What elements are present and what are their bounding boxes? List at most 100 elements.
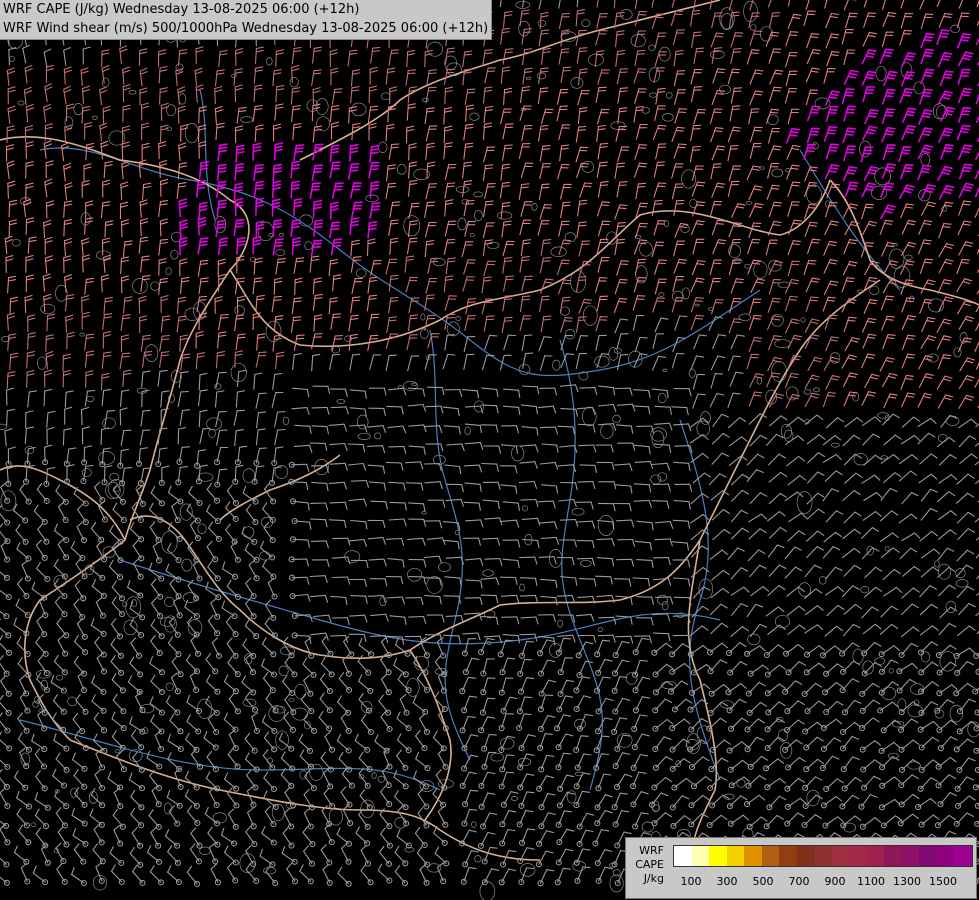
barb-shaft <box>8 49 11 66</box>
barb-feather <box>121 389 130 392</box>
barb-feather <box>120 275 129 279</box>
wind-barb <box>956 32 972 49</box>
wind-barb <box>559 144 570 162</box>
barb-feather <box>922 164 932 168</box>
wind-barb <box>651 199 663 217</box>
barb-shaft <box>711 89 718 105</box>
barb-feather <box>476 390 480 399</box>
cape-contour <box>597 515 615 536</box>
wind-barb <box>616 260 630 276</box>
barb-shaft <box>481 354 488 371</box>
barb-feather <box>464 127 474 129</box>
cape-contour <box>102 417 116 430</box>
barb-shaft <box>538 0 542 10</box>
barb-feather <box>177 89 186 94</box>
barb-shaft <box>671 297 677 313</box>
cape-contour <box>519 583 525 592</box>
barb-shaft <box>234 164 238 181</box>
wind-barb <box>255 351 267 368</box>
barb-feather <box>962 124 972 128</box>
barb-feather <box>867 70 877 74</box>
wind-barb <box>805 67 820 83</box>
barb-feather <box>408 86 418 89</box>
barb-feather <box>121 222 130 226</box>
wind-barb <box>653 220 667 236</box>
barb-feather <box>521 9 530 12</box>
barb-feather <box>200 280 209 283</box>
barb-feather <box>349 147 359 151</box>
wind-barb <box>691 165 704 182</box>
wind-barb <box>883 393 898 409</box>
barb-feather <box>8 222 18 226</box>
barb-shaft <box>882 11 890 27</box>
barb-feather <box>943 299 953 303</box>
wind-barb <box>387 387 407 396</box>
wind-barb <box>538 29 550 47</box>
barb-feather <box>45 200 55 204</box>
barb-feather <box>255 184 264 187</box>
barb-shaft <box>862 31 870 47</box>
wind-barb <box>617 87 629 104</box>
barb-shaft <box>558 13 563 30</box>
barb-shaft <box>408 162 411 179</box>
barb-feather <box>409 237 418 240</box>
barb-shaft <box>823 280 832 296</box>
wind-barb <box>427 333 440 349</box>
barb-feather <box>120 204 129 208</box>
barb-shaft <box>236 238 239 255</box>
wind-barb <box>461 241 474 257</box>
barb-shaft <box>711 47 716 64</box>
barb-feather <box>330 224 340 227</box>
barb-feather <box>6 408 15 412</box>
barb-feather <box>849 181 859 184</box>
barb-feather <box>656 13 665 16</box>
barb-feather <box>252 149 262 153</box>
wind-barb <box>331 88 343 105</box>
wind-barb <box>119 352 131 370</box>
wind-barb <box>958 200 972 216</box>
wind-barb <box>44 178 53 198</box>
barb-shaft <box>654 317 662 333</box>
barb-feather <box>99 86 107 91</box>
barb-feather <box>504 256 513 259</box>
wind-barb <box>368 85 378 104</box>
barb-feather <box>846 172 855 175</box>
barb-shaft <box>388 143 393 160</box>
wind-barb <box>481 276 492 294</box>
barb-shaft <box>690 314 697 330</box>
barb-feather <box>887 73 897 77</box>
wind-barb <box>215 219 226 238</box>
barb-shaft <box>614 278 621 295</box>
barb-feather <box>159 200 169 203</box>
wind-barb <box>482 164 494 181</box>
cape-contour <box>73 103 84 116</box>
barb-feather <box>962 223 971 226</box>
wind-barb <box>483 146 496 163</box>
barb-feather <box>200 161 209 164</box>
wind-barb <box>159 351 170 368</box>
barb-shaft <box>541 48 544 65</box>
barb-feather <box>352 353 361 356</box>
wind-barb <box>408 161 418 179</box>
barb-feather <box>545 278 554 281</box>
barb-feather <box>236 295 246 299</box>
barb-feather <box>64 182 73 186</box>
barb-shaft <box>765 239 771 256</box>
wind-barb <box>81 254 91 273</box>
wind-barb <box>958 241 974 256</box>
wind-barb <box>768 201 783 217</box>
barb-feather <box>276 84 285 88</box>
barb-feather <box>178 198 187 203</box>
barb-shaft <box>956 12 963 29</box>
barb-shaft <box>654 259 660 275</box>
wind-barb <box>614 318 629 334</box>
barb-feather <box>962 90 972 94</box>
barb-feather <box>272 183 282 187</box>
barb-feather <box>666 390 669 399</box>
barb-shaft <box>138 237 142 254</box>
wind-barb <box>576 47 588 64</box>
barb-feather <box>217 170 227 174</box>
barb-feather <box>927 184 936 187</box>
barb-shaft <box>234 315 238 332</box>
barb-feather <box>217 219 226 223</box>
